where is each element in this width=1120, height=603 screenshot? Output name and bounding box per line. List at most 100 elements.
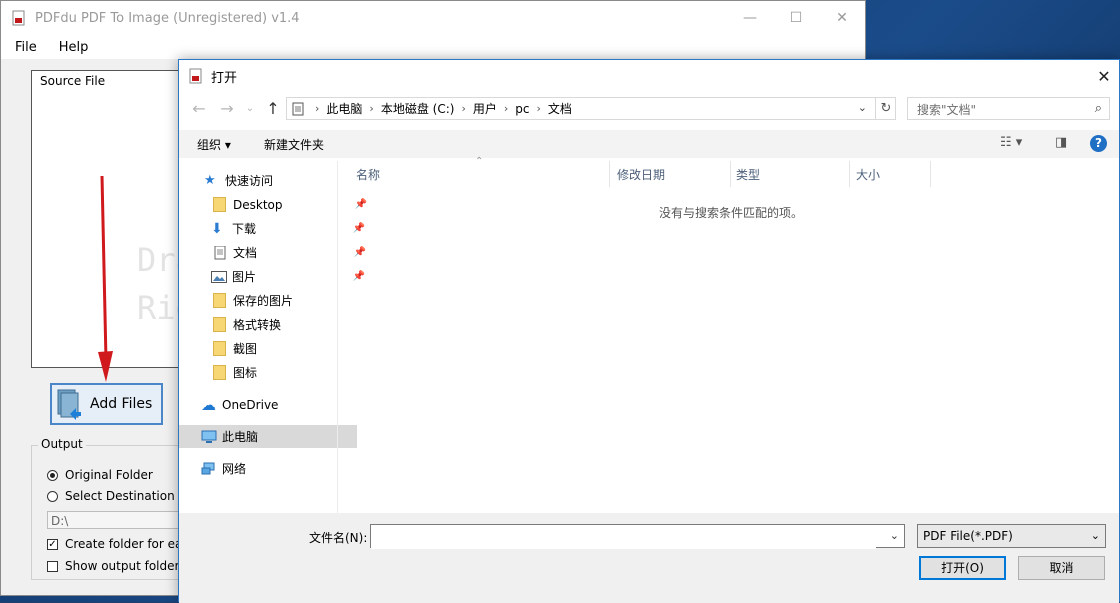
computer-icon [201,430,217,443]
forward-arrow-icon[interactable]: → [217,98,237,118]
chevron-down-icon[interactable]: ⌄ [890,529,899,542]
nav-item-network[interactable]: 网络 [179,457,357,480]
nav-item-saved-pictures[interactable]: 保存的图片 [179,289,369,312]
column-separator[interactable] [930,161,931,187]
dialog-close-button[interactable]: ✕ [1089,60,1119,92]
search-input[interactable] [908,98,1089,121]
option-label: Create folder for eac [65,537,189,551]
pin-icon: 📌 [352,223,365,234]
app-titlebar: PDFdu PDF To Image (Unregistered) v1.4 —… [1,1,865,35]
star-icon: ★ [204,172,216,188]
breadcrumb-item[interactable]: 用户 [473,100,497,117]
dialog-toolbar: 组织 ▾ 新建文件夹 ☷ ▾ ◨ ? [179,130,1119,158]
output-group: Output Original Folder Select Destinatio… [31,437,193,580]
maximize-button[interactable]: ☐ [773,1,819,35]
nav-item-format-convert[interactable]: 格式转换 [179,313,369,336]
search-box[interactable]: ⌕ [907,97,1110,121]
column-header-modified[interactable]: 修改日期 [617,161,665,187]
chevron-down-icon[interactable]: ⌄ [1091,525,1100,547]
nav-item-label: 保存的图片 [233,294,294,308]
close-button[interactable]: ✕ [819,1,865,35]
add-files-label: Add Files [90,396,153,412]
help-icon[interactable]: ? [1090,135,1107,152]
dialog-titlebar: 打开 ✕ [179,60,1119,92]
open-file-dialog: 打开 ✕ ← → ⌄ ↑ › 此电脑 › 本地磁盘 (C:) › 用户 › pc… [178,59,1120,603]
minimize-button[interactable]: — [727,1,773,35]
picture-icon [211,270,227,283]
back-arrow-icon[interactable]: ← [189,98,209,118]
nav-item-label: 下载 [232,222,257,236]
red-arrow-annotation [98,175,113,382]
nav-item-pictures[interactable]: 图片 📌 [179,265,367,288]
column-header-name[interactable]: 名称 [356,161,380,187]
refresh-icon[interactable]: ↻ [875,97,896,120]
nav-item-label: 图标 [233,366,258,380]
new-folder-button[interactable]: 新建文件夹 [264,136,324,153]
view-options-icon[interactable]: ☷ ▾ [1000,135,1022,150]
folder-icon [213,197,226,212]
organize-menu[interactable]: 组织 ▾ [197,136,231,153]
sort-ascending-icon: ⌃ [475,156,484,167]
nav-item-label: 快速访问 [225,174,274,188]
create-folder-option[interactable]: ✓ Create folder for eac [47,537,189,551]
filename-input[interactable] [371,525,876,549]
navigation-pane: ★ 快速访问 Desktop 📌 ⬇ 下载 📌 文档 📌 图片 📌 保存的图片 [179,161,367,511]
nav-item-label: 此电脑 [222,430,259,444]
document-icon [292,102,304,115]
filetype-value: PDF File(*.PDF) [923,529,1013,543]
open-button[interactable]: 打开(O) [919,556,1006,580]
nav-item-desktop[interactable]: Desktop 📌 [179,193,369,216]
breadcrumb-item[interactable]: 此电脑 [326,100,362,117]
pin-icon: 📌 [353,247,366,258]
column-separator[interactable] [849,161,850,187]
output-legend: Output [38,437,86,451]
recent-dropdown-icon[interactable]: ⌄ [240,98,260,118]
nav-item-label: 截图 [233,342,258,356]
nav-item-onedrive[interactable]: ☁ OneDrive [179,393,357,416]
breadcrumb-item[interactable]: 本地磁盘 (C:) [381,100,455,117]
cancel-button[interactable]: 取消 [1018,556,1105,580]
nav-item-label: 网络 [222,462,247,476]
breadcrumb-separator: › [315,102,320,115]
preview-pane-icon[interactable]: ◨ [1055,135,1067,150]
nav-item-downloads[interactable]: ⬇ 下载 📌 [179,217,367,240]
original-folder-option[interactable]: Original Folder [47,468,153,482]
select-destination-option[interactable]: Select Destination Fo [47,489,192,503]
radio-button[interactable] [47,469,58,481]
destination-path-field[interactable]: D:\ [47,511,187,529]
breadcrumb-separator: › [461,102,466,115]
address-bar[interactable]: › 此电脑 › 本地磁盘 (C:) › 用户 › pc › 文档 ⌄ [286,97,896,120]
filetype-select[interactable]: PDF File(*.PDF) ⌄ [917,524,1106,548]
option-label: Original Folder [65,468,153,482]
cloud-icon: ☁ [201,395,216,414]
filename-label: 文件名(N): [309,531,368,545]
column-separator[interactable] [730,161,731,187]
breadcrumb-item[interactable]: pc [515,102,529,116]
radio-button[interactable] [47,490,58,502]
show-output-option[interactable]: Show output folder w [47,559,193,573]
nav-item-screenshots[interactable]: 截图 [179,337,369,360]
chevron-down-icon[interactable]: ⌄ [858,101,867,114]
filename-combobox[interactable]: ⌄ [370,524,905,549]
column-header-size[interactable]: 大小 [856,161,880,187]
nav-item-quick-access[interactable]: ★ 快速访问 [179,169,360,192]
folder-icon [213,293,226,308]
checkbox[interactable] [47,560,58,572]
nav-item-this-pc[interactable]: 此电脑 [179,425,357,448]
column-header-type[interactable]: 类型 [736,161,760,187]
menu-help[interactable]: Help [59,40,89,55]
app-logo-icon [12,10,25,26]
app-title: PDFdu PDF To Image (Unregistered) v1.4 [35,10,300,26]
checkbox[interactable]: ✓ [47,538,58,550]
column-separator[interactable] [609,161,610,187]
nav-item-label: Desktop [233,197,283,212]
nav-item-documents[interactable]: 文档 📌 [179,241,368,264]
option-label: Select Destination Fo [65,489,193,503]
menu-file[interactable]: File [15,40,37,55]
source-file-header: Source File [40,74,106,88]
up-arrow-icon[interactable]: ↑ [263,98,283,118]
breadcrumb-item[interactable]: 文档 [548,100,572,117]
nav-item-icons[interactable]: 图标 [179,361,369,384]
search-icon[interactable]: ⌕ [1095,101,1102,116]
folder-icon [213,317,226,332]
